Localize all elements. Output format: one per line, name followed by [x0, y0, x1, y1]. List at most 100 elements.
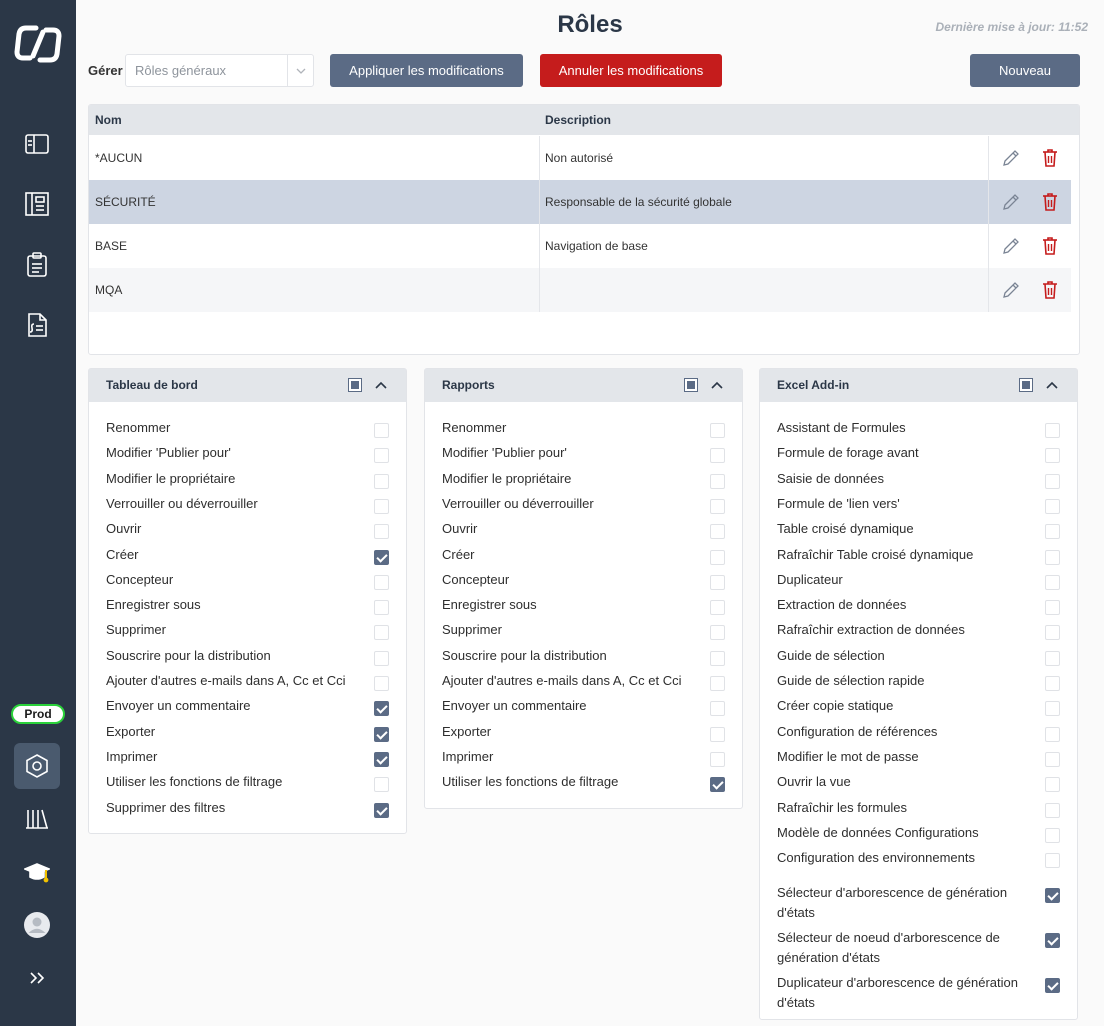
permission-checkbox[interactable] [374, 777, 389, 793]
permission-label: Modifier le propriétaire [442, 470, 572, 486]
permission-label: Renommer [442, 420, 507, 435]
library-icon[interactable] [14, 796, 60, 842]
permission-label: Imprimer [106, 748, 158, 764]
environment-badge: Prod [11, 704, 65, 724]
chevron-up-icon[interactable] [1045, 378, 1059, 392]
permission-checkbox[interactable] [1045, 933, 1060, 948]
permission-checkbox[interactable] [710, 423, 725, 438]
edit-pencil-icon[interactable] [1001, 236, 1021, 256]
permission-checkbox[interactable] [1045, 978, 1060, 993]
edit-pencil-icon[interactable] [1001, 280, 1021, 300]
permission-label: Formule de forage avant [777, 445, 919, 461]
permission-checkbox[interactable] [1045, 827, 1060, 843]
user-avatar-icon[interactable] [14, 902, 60, 948]
clipboard-icon[interactable] [14, 242, 60, 288]
permission-checkbox[interactable] [1045, 524, 1060, 540]
permission-checkbox[interactable] [374, 751, 389, 767]
permission-checkbox[interactable] [710, 524, 725, 540]
permission-checkbox[interactable] [710, 701, 725, 717]
settings-hexagon-icon[interactable] [14, 743, 60, 789]
select-all-checkbox[interactable] [684, 378, 698, 392]
permission-checkbox[interactable] [710, 625, 725, 641]
permission-checkbox[interactable] [1045, 853, 1060, 869]
logo-icon[interactable] [14, 22, 62, 66]
permission-label: Modèle de données Configurations [777, 824, 979, 840]
permission-label: Souscrire pour la distribution [106, 647, 271, 663]
document-formula-icon[interactable] [14, 302, 60, 348]
cancel-changes-button[interactable]: Annuler les modifications [540, 54, 722, 87]
permission-checkbox[interactable] [374, 448, 389, 464]
delete-trash-icon[interactable] [1041, 192, 1059, 212]
permission-checkbox[interactable] [710, 473, 725, 489]
permission-checkbox[interactable] [710, 676, 725, 691]
permission-label: Supprimer [442, 622, 502, 638]
last-update-timestamp: Dernière mise à jour: 11:52 [935, 20, 1088, 34]
permission-checkbox[interactable] [1045, 726, 1060, 742]
permission-checkbox[interactable] [374, 625, 389, 641]
permission-checkbox[interactable] [710, 448, 725, 464]
roles-table: Nom Description *AUCUN Non autorisé SÉCURI… [88, 104, 1080, 355]
permission-checkbox[interactable] [1045, 473, 1060, 489]
chevron-up-icon[interactable] [710, 378, 724, 392]
edit-pencil-icon[interactable] [1001, 148, 1021, 168]
panel-header: Excel Add-in [760, 369, 1077, 402]
table-row[interactable]: BASE Navigation de base [89, 224, 1071, 268]
permission-checkbox[interactable] [374, 802, 389, 818]
table-row[interactable]: SÉCURITÉ Responsable de la sécurité globa… [89, 180, 1071, 224]
permission-checkbox[interactable] [710, 726, 725, 742]
permission-checkbox[interactable] [710, 777, 725, 793]
permission-checkbox[interactable] [1045, 448, 1060, 464]
permission-label: Imprimer [442, 748, 494, 764]
permission-checkbox[interactable] [1045, 888, 1060, 903]
permission-checkbox[interactable] [374, 701, 389, 717]
permission-checkbox[interactable] [1045, 701, 1060, 717]
permission-checkbox[interactable] [374, 524, 389, 540]
permission-checkbox[interactable] [374, 498, 389, 514]
column-divider [988, 224, 989, 268]
table-row[interactable]: *AUCUN Non autorisé [89, 136, 1071, 180]
permission-checkbox[interactable] [710, 549, 725, 565]
permission-checkbox[interactable] [374, 600, 389, 616]
permission-checkbox[interactable] [1045, 625, 1060, 641]
permission-checkbox[interactable] [1045, 498, 1060, 514]
permission-checkbox[interactable] [710, 574, 725, 590]
permission-checkbox[interactable] [1045, 423, 1060, 438]
permission-checkbox[interactable] [374, 676, 389, 691]
apply-changes-button[interactable]: Appliquer les modifications [330, 54, 523, 87]
permission-checkbox[interactable] [374, 650, 389, 666]
chevron-down-icon[interactable] [287, 55, 313, 86]
permission-checkbox[interactable] [374, 549, 389, 565]
table-row[interactable]: MQA [89, 268, 1071, 312]
delete-trash-icon[interactable] [1041, 280, 1059, 300]
role-description: Responsable de la sécurité globale [545, 195, 732, 209]
permission-checkbox[interactable] [710, 498, 725, 514]
graduation-cap-icon[interactable] [14, 850, 60, 896]
manage-select[interactable]: Rôles généraux [125, 54, 314, 87]
permission-checkbox[interactable] [1045, 600, 1060, 616]
permission-checkbox[interactable] [374, 423, 389, 438]
permission-checkbox[interactable] [1045, 650, 1060, 666]
select-all-checkbox[interactable] [1019, 378, 1033, 392]
permission-checkbox[interactable] [710, 650, 725, 666]
permission-checkbox[interactable] [374, 473, 389, 489]
select-all-checkbox[interactable] [348, 378, 362, 392]
dashboard-icon[interactable] [14, 121, 60, 167]
delete-trash-icon[interactable] [1041, 148, 1059, 168]
permission-checkbox[interactable] [1045, 676, 1060, 691]
expand-chevrons-icon[interactable] [14, 955, 60, 1001]
chevron-up-icon[interactable] [374, 378, 388, 392]
permission-label: Ouvrir [442, 521, 478, 537]
permission-checkbox[interactable] [710, 751, 725, 767]
permission-checkbox[interactable] [1045, 802, 1060, 818]
reports-icon[interactable] [14, 181, 60, 227]
permission-checkbox[interactable] [374, 726, 389, 742]
permission-checkbox[interactable] [1045, 574, 1060, 590]
permission-checkbox[interactable] [374, 574, 389, 590]
new-role-button[interactable]: Nouveau [970, 54, 1080, 87]
permission-checkbox[interactable] [1045, 549, 1060, 565]
permission-checkbox[interactable] [1045, 751, 1060, 767]
delete-trash-icon[interactable] [1041, 236, 1059, 256]
edit-pencil-icon[interactable] [1001, 192, 1021, 212]
permission-checkbox[interactable] [1045, 777, 1060, 793]
permission-checkbox[interactable] [710, 600, 725, 616]
